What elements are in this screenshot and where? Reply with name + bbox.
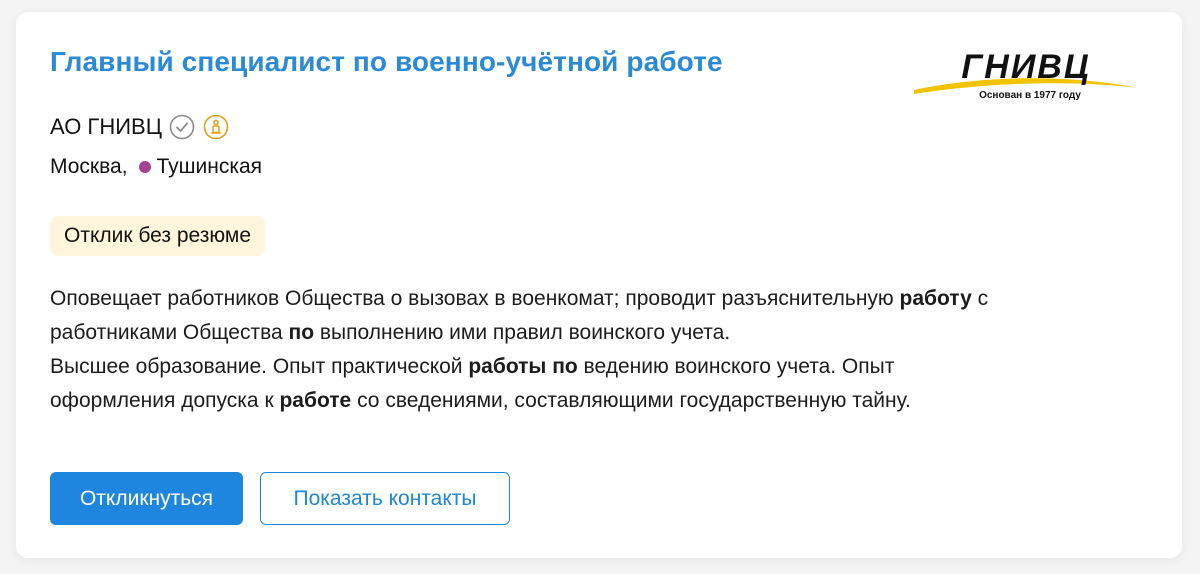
- accreditation-icon[interactable]: [202, 113, 230, 141]
- company-name[interactable]: АО ГНИВЦ: [50, 114, 162, 140]
- description-text: Высшее образование. Опыт практической: [50, 355, 469, 378]
- vacancy-card: Главный специалист по военно-учётной раб…: [16, 12, 1182, 558]
- company-logo-image: ГНИВЦ Основан в 1977 году: [914, 48, 1138, 101]
- description-text: с: [971, 287, 989, 310]
- no-resume-badge: Отклик без резюме: [50, 216, 266, 256]
- description-text: выполнению ими правил воинского учета.: [314, 321, 731, 344]
- city-label: Москва,: [50, 155, 128, 178]
- description-highlight: по: [288, 321, 315, 344]
- metro-line-icon: [138, 161, 151, 173]
- description-line: Высшее образование. Опыт практической ра…: [50, 350, 1160, 384]
- respond-button[interactable]: Откликнуться: [50, 472, 243, 525]
- description-line: оформления допуска к работе со сведениям…: [50, 384, 1160, 418]
- metro-station: Тушинская: [156, 155, 263, 178]
- description-line: работниками Общества по выполнению ими п…: [50, 316, 1160, 350]
- vacancy-title[interactable]: Главный специалист по военно-учётной раб…: [50, 46, 723, 78]
- company-row: АО ГНИВЦ: [50, 112, 230, 142]
- location-row: Москва, Тушинская: [50, 155, 262, 179]
- description-line: Оповещает работников Общества о вызовах …: [50, 282, 1160, 316]
- company-logo[interactable]: ГНИВЦ Основан в 1977 году: [908, 38, 1144, 106]
- logo-tagline-text: Основан в 1977 году: [979, 90, 1081, 101]
- logo-name-text: ГНИВЦ: [961, 48, 1090, 86]
- description-text: Оповещает работников Общества о вызовах …: [50, 287, 900, 310]
- verified-check-icon[interactable]: [168, 113, 196, 141]
- description-text: оформления допуска к: [50, 389, 280, 412]
- description-text: со сведениями, составляющими государстве…: [351, 389, 911, 412]
- show-contacts-button[interactable]: Показать контакты: [260, 472, 510, 525]
- description-highlight: работу: [899, 287, 972, 310]
- description-highlight: работе: [279, 389, 352, 412]
- description-text: ведению воинского учета. Опыт: [577, 355, 895, 378]
- description-highlight: работы по: [468, 355, 578, 378]
- description-text: работниками Общества: [50, 321, 289, 344]
- vacancy-description: Оповещает работников Общества о вызовах …: [50, 282, 1160, 418]
